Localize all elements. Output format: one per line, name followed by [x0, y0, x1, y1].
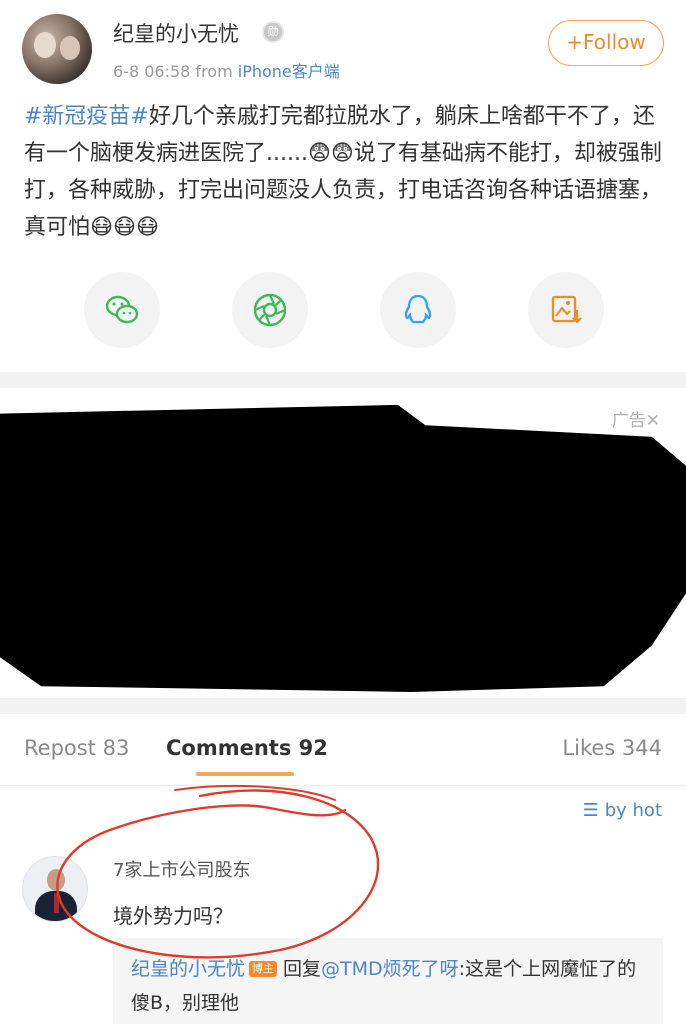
share-row: [0, 270, 686, 350]
section-divider: [0, 698, 686, 714]
follow-button[interactable]: +Follow: [548, 20, 664, 66]
post-body: #新冠疫苗#好几个亲戚打完都拉脱水了，躺床上啥都干不了，还有一个脑梗发病进医院了…: [24, 98, 664, 246]
share-wechat-button[interactable]: [84, 272, 160, 348]
commenter-avatar[interactable]: [22, 856, 88, 922]
sort-label: by hot: [604, 800, 662, 821]
avatar-head: [47, 869, 65, 891]
post-username[interactable]: 纪皇的小无忧: [113, 18, 239, 48]
comment-item: 7家上市公司股东 境外势力吗？ 纪皇的小无忧 博主 回复@TMD烦死了呀:这是个上网…: [0, 842, 686, 1024]
medal-icon: 勋: [262, 21, 284, 43]
sort-button[interactable]: ☰ by hot: [583, 800, 662, 821]
share-moments-button[interactable]: [232, 272, 308, 348]
author-badge: 博主: [249, 961, 278, 977]
comment-text: 境外势力吗？: [113, 904, 233, 928]
avatar-tie: [54, 893, 59, 913]
ad-label[interactable]: 广告✕: [612, 406, 660, 431]
post-source[interactable]: iPhone客户端: [238, 62, 340, 81]
post-header: 纪皇的小无忧 勋 6-8 06:58 from iPhone客户端 +Follo…: [0, 0, 686, 96]
sort-icon: ☰: [582, 800, 599, 821]
ad-block: 广告✕: [0, 388, 686, 698]
post-time: 6-8 06:58: [113, 62, 191, 81]
user-avatar[interactable]: [22, 14, 92, 84]
hashtag-link[interactable]: #新冠疫苗#: [24, 104, 149, 129]
moments-icon: [253, 293, 287, 327]
qq-icon: [404, 294, 432, 324]
wechat-icon: [105, 295, 139, 324]
tab-repost[interactable]: Repost 83: [24, 736, 129, 760]
reply-prefix: 回复: [283, 958, 322, 980]
save-image-button[interactable]: [528, 272, 604, 348]
tab-likes[interactable]: Likes 344: [562, 736, 662, 760]
tab-underline: [196, 772, 294, 776]
tab-comments[interactable]: Comments 92: [166, 736, 328, 760]
reply-author[interactable]: 纪皇的小无忧: [131, 958, 245, 980]
post-meta: 6-8 06:58 from iPhone客户端: [113, 58, 340, 82]
ad-redaction: [0, 404, 686, 692]
from-label: from: [195, 62, 233, 81]
reply-box[interactable]: 纪皇的小无忧 博主 回复@TMD烦死了呀:这是个上网魔怔了的傻B，别理他: [113, 938, 663, 1024]
post-tabs: Repost 83 Comments 92 Likes 344: [0, 714, 686, 786]
reply-mention[interactable]: @TMD烦死了呀: [321, 958, 459, 980]
share-qq-button[interactable]: [380, 272, 456, 348]
section-divider: [0, 372, 686, 388]
sort-row: ☰ by hot: [0, 790, 686, 836]
commenter-name[interactable]: 7家上市公司股东: [113, 856, 250, 882]
save-image-icon: [551, 295, 582, 324]
